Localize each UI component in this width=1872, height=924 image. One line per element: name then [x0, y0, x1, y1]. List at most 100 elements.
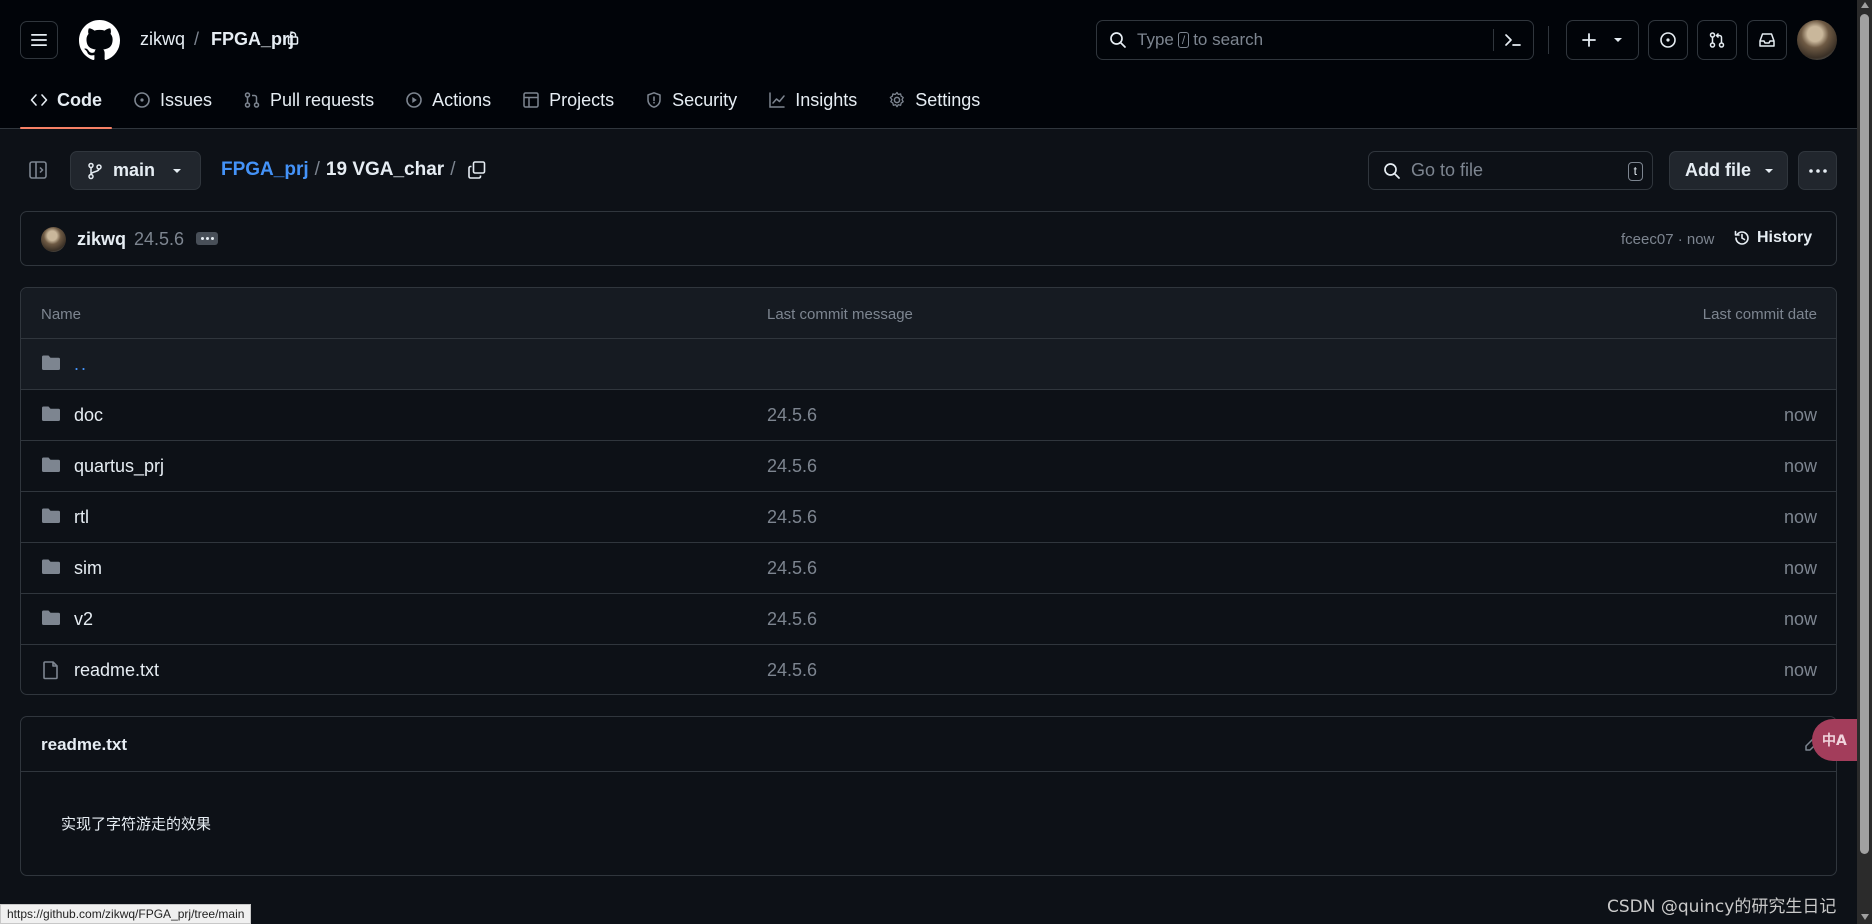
commit-message[interactable]: 24.5.6 — [134, 229, 184, 250]
breadcrumb-root-link[interactable]: FPGA_prj — [221, 159, 309, 181]
scroll-down-arrow-icon[interactable] — [1861, 914, 1869, 920]
translate-button[interactable]: 中A — [1812, 719, 1858, 761]
menu-button[interactable] — [20, 21, 58, 59]
table-row[interactable]: quartus_prj 24.5.6 now — [21, 441, 1836, 492]
branch-name: main — [113, 160, 156, 180]
commit-date: now — [1783, 558, 1817, 578]
code-icon — [30, 94, 48, 106]
go-to-file-shortcut: t — [1627, 162, 1643, 181]
watermark: CSDN @quincy的研究生日记 — [1607, 897, 1837, 917]
commit-message-link[interactable]: 24.5.6 — [767, 507, 817, 528]
git-branch-icon — [88, 162, 102, 179]
add-file-button[interactable]: Add file — [1669, 151, 1788, 190]
commit-date: now — [1783, 507, 1817, 527]
issue-icon — [134, 92, 150, 108]
tab-label: Issues — [160, 89, 213, 110]
history-label: History — [1757, 229, 1813, 246]
readme-title[interactable]: readme.txt — [41, 735, 127, 755]
search-icon — [1384, 162, 1400, 179]
file-name-link[interactable]: sim — [74, 558, 102, 579]
commit-author-avatar[interactable] — [41, 227, 66, 252]
github-logo-icon[interactable] — [79, 20, 120, 61]
link-status-bar: https://github.com/zikwq/FPGA_prj/tree/m… — [0, 904, 252, 924]
table-row[interactable]: v2 24.5.6 now — [21, 594, 1836, 645]
commit-hash-time[interactable]: fceec07 · now — [1621, 231, 1714, 248]
sidebar-toggle-icon[interactable] — [28, 160, 48, 180]
expand-commit-message-button[interactable] — [196, 232, 218, 245]
table-row[interactable]: sim 24.5.6 now — [21, 543, 1836, 594]
branch-selector[interactable]: main — [70, 151, 201, 190]
parent-directory-row[interactable]: .. — [21, 339, 1836, 390]
inbox-button[interactable] — [1747, 20, 1787, 60]
create-new-button[interactable] — [1566, 20, 1639, 60]
commit-message-link[interactable]: 24.5.6 — [767, 405, 817, 426]
commit-message-link[interactable]: 24.5.6 — [767, 609, 817, 630]
go-to-file-input[interactable]: Go to file t — [1368, 151, 1653, 190]
vertical-scrollbar[interactable] — [1857, 0, 1872, 924]
search-input[interactable]: Type / to search — [1096, 20, 1534, 60]
chevron-down-icon — [1765, 168, 1773, 173]
tab-actions[interactable]: Actions — [395, 80, 501, 120]
table-row[interactable]: rtl 24.5.6 now — [21, 492, 1836, 543]
readme-panel: readme.txt 实现了字符游走的效果 — [20, 716, 1837, 876]
path-separator: / — [194, 29, 200, 49]
parent-directory-link[interactable]: .. — [74, 354, 88, 375]
scroll-up-arrow-icon[interactable] — [1861, 2, 1869, 8]
column-header-date: Last commit date — [1702, 306, 1817, 323]
pull-request-icon — [244, 92, 260, 108]
commit-message-link[interactable]: 24.5.6 — [767, 558, 817, 579]
repo-owner-link[interactable]: zikwq — [140, 29, 185, 50]
kebab-horizontal-icon — [1808, 168, 1827, 173]
breadcrumb-current: 19 VGA_char — [325, 159, 445, 180]
commit-author[interactable]: zikwq — [77, 229, 126, 250]
breadcrumb-separator: / — [314, 159, 320, 180]
history-button[interactable]: History — [1733, 229, 1812, 247]
pull-requests-button[interactable] — [1697, 20, 1737, 60]
translate-label: 中A — [1822, 733, 1847, 749]
chevron-down-icon — [173, 168, 182, 173]
search-icon — [1110, 32, 1126, 48]
column-header-message: Last commit message — [767, 306, 913, 323]
search-suffix: to search — [1193, 30, 1264, 49]
table-row[interactable]: readme.txt 24.5.6 now — [21, 645, 1836, 694]
user-avatar[interactable] — [1797, 20, 1837, 60]
repo-nav: Code Issues Pull requests Actions Projec… — [20, 80, 1001, 129]
table-header: Name Last commit message Last commit dat… — [21, 288, 1836, 339]
scrollbar-thumb[interactable] — [1860, 14, 1869, 854]
more-options-button[interactable] — [1798, 151, 1837, 190]
issue-icon — [1660, 32, 1676, 48]
tab-security[interactable]: Security — [635, 80, 747, 120]
commit-date: now — [1783, 660, 1817, 680]
file-name-link[interactable]: doc — [74, 405, 103, 426]
tab-insights[interactable]: Insights — [758, 80, 867, 120]
commit-message-link[interactable]: 24.5.6 — [767, 456, 817, 477]
file-name-link[interactable]: quartus_prj — [74, 456, 164, 477]
breadcrumb: FPGA_prj / 19 VGA_char / — [221, 159, 455, 181]
graph-icon — [769, 92, 785, 108]
file-name-link[interactable]: v2 — [74, 609, 93, 630]
tab-issues[interactable]: Issues — [123, 80, 222, 120]
global-header: zikwq / FPGA_prj Type / to search Code I… — [0, 0, 1857, 129]
issues-button[interactable] — [1648, 20, 1688, 60]
chevron-down-icon — [1613, 38, 1622, 42]
copy-path-icon[interactable] — [467, 160, 487, 180]
command-palette-icon[interactable] — [1503, 30, 1523, 50]
commit-date: now — [1783, 456, 1817, 476]
shield-icon — [647, 92, 661, 108]
tab-label: Settings — [915, 89, 981, 110]
folder-icon — [42, 457, 60, 472]
tab-projects[interactable]: Projects — [512, 80, 624, 120]
file-name-link[interactable]: rtl — [74, 507, 89, 528]
history-icon — [1734, 230, 1749, 245]
file-name-link[interactable]: readme.txt — [74, 660, 159, 681]
table-row[interactable]: doc 24.5.6 now — [21, 390, 1836, 441]
tab-settings[interactable]: Settings — [878, 80, 990, 120]
commit-message-link[interactable]: 24.5.6 — [767, 660, 817, 681]
tab-code[interactable]: Code — [20, 80, 112, 129]
tab-pull-requests[interactable]: Pull requests — [233, 80, 384, 120]
commit-date: now — [1783, 609, 1817, 629]
tab-label: Security — [672, 89, 738, 110]
pull-request-icon — [1709, 32, 1725, 48]
repo-name-link[interactable]: FPGA_prj — [211, 29, 294, 50]
tab-label: Insights — [795, 89, 858, 110]
